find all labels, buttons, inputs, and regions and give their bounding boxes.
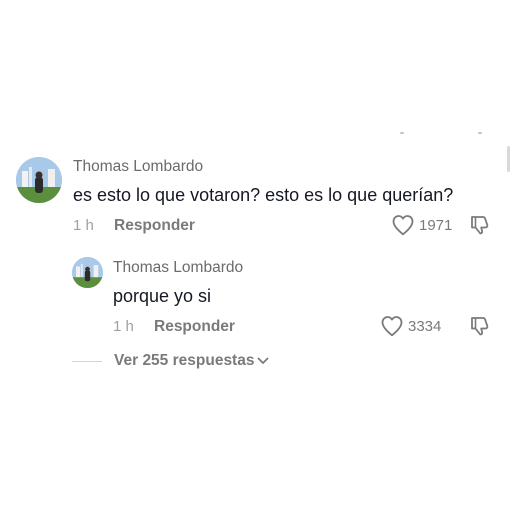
- comments-panel: Thomas Lombardo es esto lo que votaron? …: [0, 0, 512, 512]
- like-count: 1971: [419, 216, 453, 234]
- heart-outline-icon: [391, 214, 415, 236]
- chevron-down-icon: [258, 357, 269, 364]
- heart-outline-icon: [380, 315, 404, 337]
- comment-time: 1 h: [73, 217, 94, 234]
- avatar-photo-icon: [16, 157, 62, 203]
- comment-text: es esto lo que votaron? esto es lo que q…: [73, 185, 454, 205]
- view-replies-label: Ver 255 respuestas: [114, 352, 255, 369]
- comment-time: 1 h: [113, 318, 134, 335]
- top-edge-marks: [398, 128, 488, 140]
- thumbs-down-outline-icon[interactable]: [469, 315, 491, 337]
- comment-text: porque yo si: [113, 286, 212, 306]
- comment-username[interactable]: Thomas Lombardo: [113, 259, 243, 277]
- like-count: 3334: [408, 317, 442, 335]
- avatar[interactable]: [72, 257, 103, 288]
- reply-button[interactable]: Responder: [154, 318, 235, 336]
- top-mark: [400, 132, 404, 134]
- comment-username[interactable]: Thomas Lombardo: [73, 158, 203, 176]
- avatar[interactable]: [16, 157, 62, 203]
- scrollbar[interactable]: [507, 146, 510, 172]
- reply-button[interactable]: Responder: [114, 217, 195, 235]
- top-mark: [478, 132, 482, 134]
- avatar-photo-icon: [72, 257, 103, 288]
- thumbs-down-outline-icon[interactable]: [469, 214, 491, 236]
- divider: [72, 360, 102, 362]
- like-button[interactable]: 3334: [380, 315, 441, 337]
- view-replies-button[interactable]: Ver 255 respuestas: [72, 352, 269, 370]
- like-button[interactable]: 1971: [391, 214, 452, 236]
